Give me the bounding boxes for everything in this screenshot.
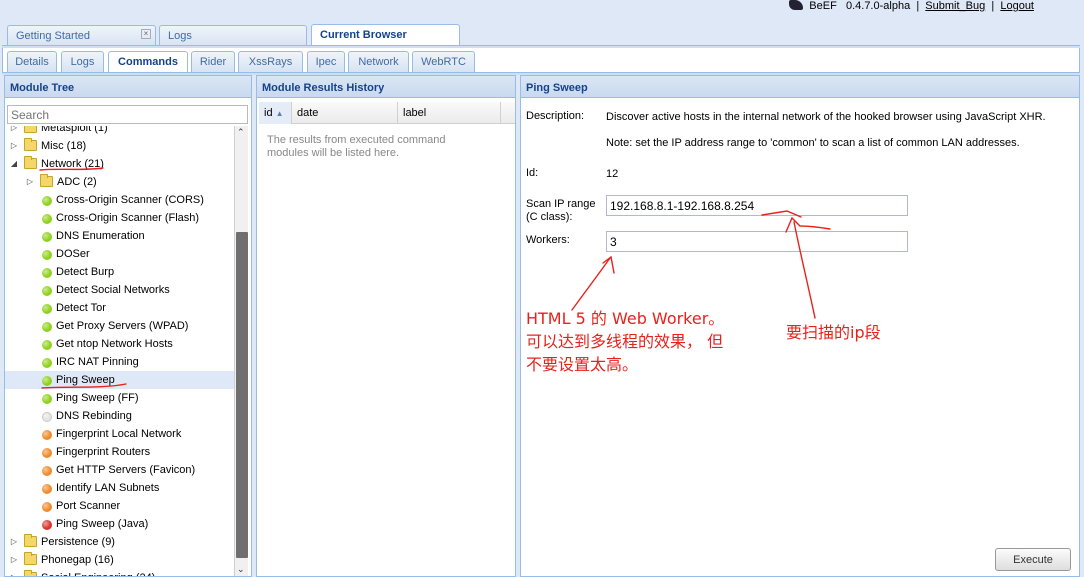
annotation-workers-1: HTML 5 的 Web Worker。: [526, 309, 725, 328]
arrow-to-workers: [571, 255, 615, 311]
annotation-workers-3: 不要设置太高。: [526, 355, 639, 374]
annotation-ip-range: 要扫描的ip段: [786, 323, 881, 342]
annotation-workers-2: 可以达到多线程的效果， 但: [526, 332, 724, 351]
arrow-to-ip-range: [785, 216, 831, 319]
annotation-strokes: [39, 167, 831, 389]
underline-network: [39, 167, 104, 171]
underline-ip: [761, 210, 802, 218]
underline-ping-sweep: [41, 383, 127, 389]
